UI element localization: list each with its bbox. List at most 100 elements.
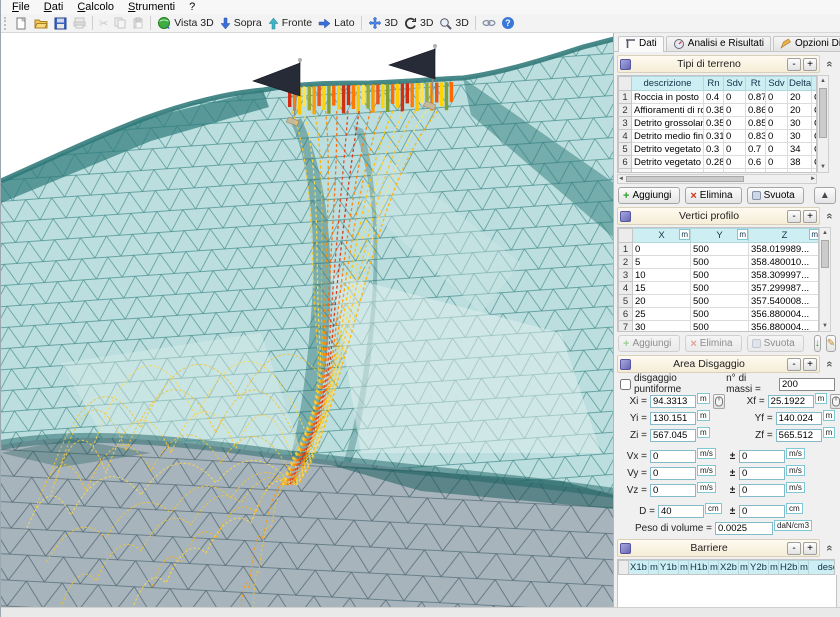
menu-dati[interactable]: Dati: [37, 1, 71, 13]
zf-input[interactable]: [776, 429, 822, 442]
fronte-button[interactable]: Fronte: [265, 16, 315, 31]
vz-deviation-input[interactable]: [739, 484, 785, 497]
section-minus-button[interactable]: -: [787, 542, 801, 555]
xi-input[interactable]: [650, 395, 696, 408]
help-button[interactable]: ?: [499, 16, 517, 30]
scrollbar-thumb[interactable]: [821, 240, 829, 268]
section-header-tipi-di-terreno[interactable]: Tipi di terreno - +: [617, 55, 820, 73]
section-plus-button[interactable]: +: [803, 210, 817, 223]
print-button[interactable]: [70, 16, 89, 30]
section-minus-button[interactable]: -: [787, 358, 801, 371]
table-row[interactable]: 415500357.299987...: [619, 282, 820, 295]
yf-input[interactable]: [776, 412, 822, 425]
table-row[interactable]: 2Affioramenti di rocci...0.3800.86020C: [619, 104, 818, 117]
table-row[interactable]: 6Detrito vegetato a bo...0.2800.6038C: [619, 156, 818, 169]
menu-help[interactable]: ?: [182, 1, 202, 13]
collapse-panel-icon[interactable]: »: [824, 57, 836, 72]
add-icon: +: [623, 190, 629, 202]
disgaggio-puntiforme-checkbox[interactable]: [620, 379, 631, 390]
yi-input[interactable]: [650, 412, 696, 425]
terrain-3d-view[interactable]: [1, 33, 614, 607]
zi-input[interactable]: [650, 429, 696, 442]
import-profile-button[interactable]: ↓: [814, 335, 821, 352]
barriere-empty-area[interactable]: [617, 575, 837, 607]
section-minus-button[interactable]: -: [787, 58, 801, 71]
menu-file[interactable]: File: [5, 1, 37, 13]
table-row[interactable]: 310500358.309997...: [619, 269, 820, 282]
copy-button[interactable]: [111, 16, 129, 30]
menu-calcolo[interactable]: Calcolo: [70, 1, 121, 13]
table-row[interactable]: 5Detrito vegetato ad a...0.300.7034C: [619, 143, 818, 156]
peso-di-volume-input[interactable]: [715, 522, 773, 535]
collapse-panel-icon[interactable]: »: [824, 209, 836, 224]
horizontal-scrollbar[interactable]: ◄ ►: [617, 174, 817, 184]
scrollbar-thumb[interactable]: [626, 176, 744, 182]
table-row-clipped[interactable]: [619, 169, 818, 173]
vx-input[interactable]: [650, 450, 696, 463]
open-button[interactable]: [31, 16, 51, 31]
menu-strumenti[interactable]: Strumenti: [121, 1, 182, 13]
section-title: Barriere: [633, 542, 785, 554]
xf-input[interactable]: [768, 395, 814, 408]
table-row[interactable]: 520500357.540008...: [619, 295, 820, 308]
rotate-3d-button[interactable]: 3D: [401, 16, 436, 31]
section-plus-button[interactable]: +: [803, 58, 817, 71]
table-row[interactable]: 3Detrito grossolano n...0.3500.85030C: [619, 117, 818, 130]
table-row[interactable]: 1Roccia in posto0.400.87020C: [619, 91, 818, 104]
table-row[interactable]: 625500356.880004...: [619, 308, 820, 321]
scrollbar-thumb[interactable]: [819, 88, 827, 138]
lato-button[interactable]: Lato: [315, 16, 357, 30]
vertical-scrollbar[interactable]: ▲ ▼: [817, 75, 829, 173]
section-minus-button[interactable]: -: [787, 210, 801, 223]
diametro-deviation-input[interactable]: [739, 505, 785, 518]
scroll-down-icon[interactable]: ▼: [822, 321, 828, 331]
link-button[interactable]: [479, 17, 499, 29]
scroll-up-icon[interactable]: ▲: [822, 228, 828, 238]
aggiungi-vertice-button[interactable]: +Aggiungi: [618, 335, 680, 352]
table-row[interactable]: 10500358.019989...: [619, 243, 820, 256]
pick-end-point-button[interactable]: [830, 394, 840, 409]
apply-to-slope-button[interactable]: ▲: [814, 187, 836, 204]
elimina-vertice-button[interactable]: ×Elimina: [685, 335, 741, 352]
new-button[interactable]: [12, 16, 31, 31]
tab-analisi-risultati[interactable]: Analisi e Risultati: [666, 36, 771, 51]
scroll-up-icon[interactable]: ▲: [820, 76, 826, 86]
section-header-barriere[interactable]: Barriere - +: [617, 539, 820, 557]
cut-button[interactable]: ✂: [96, 16, 111, 31]
pick-start-point-button[interactable]: [713, 394, 725, 409]
scroll-down-icon[interactable]: ▼: [820, 162, 826, 172]
elimina-terreno-button[interactable]: ×Elimina: [685, 187, 741, 204]
tab-opzioni-disegno[interactable]: Opzioni Disegno: [773, 36, 840, 51]
tab-label: Dati: [639, 38, 657, 49]
svuota-vertici-button[interactable]: Svuota: [747, 335, 804, 352]
tab-dati[interactable]: Dati: [618, 36, 664, 52]
save-button[interactable]: [51, 16, 70, 31]
zoom-3d-button[interactable]: 3D: [436, 16, 471, 31]
vista-3d-button[interactable]: Vista 3D: [154, 15, 217, 31]
section-plus-button[interactable]: +: [803, 358, 817, 371]
section-header-area-disgaggio[interactable]: Area Disgaggio - +: [617, 355, 820, 373]
scroll-left-icon[interactable]: ◄: [618, 174, 624, 184]
svuota-terreni-button[interactable]: Svuota: [747, 187, 804, 204]
section-header-vertici-profilo[interactable]: Vertici profilo - +: [617, 207, 820, 225]
numero-massi-input[interactable]: [779, 378, 835, 391]
table-row[interactable]: 730500356.880004...: [619, 321, 820, 333]
paste-button[interactable]: [129, 16, 147, 30]
section-title: Vertici profilo: [633, 210, 785, 222]
move-3d-button[interactable]: 3D: [365, 15, 401, 31]
aggiungi-terreno-button[interactable]: +Aggiungi: [618, 187, 680, 204]
vy-input[interactable]: [650, 467, 696, 480]
table-row[interactable]: 25500358.480010...: [619, 256, 820, 269]
edit-profile-button[interactable]: ✎: [826, 335, 836, 352]
section-plus-button[interactable]: +: [803, 542, 817, 555]
scroll-right-icon[interactable]: ►: [810, 174, 816, 184]
table-row[interactable]: 4Detrito medio fine no...0.3100.83030C: [619, 130, 818, 143]
diametro-input[interactable]: [658, 505, 704, 518]
collapse-panel-icon[interactable]: »: [824, 541, 836, 556]
vertical-scrollbar[interactable]: ▲ ▼: [819, 227, 831, 332]
vx-deviation-input[interactable]: [739, 450, 785, 463]
vz-input[interactable]: [650, 484, 696, 497]
sopra-button[interactable]: Sopra: [217, 16, 265, 31]
collapse-panel-icon[interactable]: »: [824, 357, 836, 372]
vy-deviation-input[interactable]: [739, 467, 785, 480]
